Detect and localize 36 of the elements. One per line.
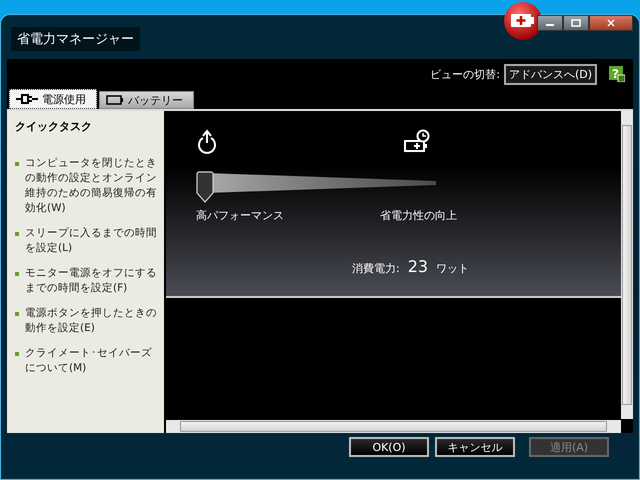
battery-icon: [106, 95, 124, 105]
slider-thumb[interactable]: [196, 171, 214, 203]
plug-icon: [16, 94, 38, 104]
window-title: 省電力マネージャー: [11, 27, 140, 51]
task-link[interactable]: スリープに入るまでの時間を設定(L): [25, 226, 158, 256]
panel-heading: クイックタスク: [15, 119, 93, 134]
minimize-button[interactable]: [537, 15, 563, 31]
consumption-label: 消費電力:: [352, 261, 400, 276]
slider-label: 高パフォーマンス: [196, 208, 284, 223]
vertical-scrollbar[interactable]: [621, 111, 633, 419]
bullet-icon: [15, 272, 19, 276]
task-link[interactable]: モニター電源をオフにするまでの時間を設定(F): [25, 266, 158, 296]
bullet-icon: [15, 232, 19, 236]
power-icon: [196, 129, 218, 155]
bullet-icon: [15, 312, 19, 316]
consumption-unit: ワット: [436, 261, 470, 276]
bullet-icon: [15, 162, 19, 166]
dialog-button[interactable]: キャンセル: [435, 437, 515, 457]
task-link[interactable]: 電源ボタンを押したときの動作を設定(E): [25, 306, 158, 336]
battery-clock-icon: [404, 129, 430, 153]
task-link[interactable]: クライメート･セイバーズについて(M): [25, 346, 158, 376]
bullet-icon: [15, 352, 19, 356]
battery-icon: [503, 1, 543, 41]
tab[interactable]: 電源使用: [9, 89, 97, 109]
dialog-button[interactable]: OK(O): [349, 437, 429, 457]
close-button[interactable]: [589, 15, 633, 31]
consumption-value: 23: [408, 257, 428, 276]
slider-label: 省電力性の向上: [380, 208, 457, 223]
tab[interactable]: バッテリー: [99, 91, 194, 109]
view-switch-label: ビューの切替:: [430, 66, 500, 82]
close-icon: [606, 19, 616, 27]
maximize-icon: [571, 19, 581, 27]
maximize-button[interactable]: [563, 15, 589, 31]
task-link[interactable]: コンピュータを閉じたときの動作の設定とオンライン維持のための簡易復帰の有効化(W): [25, 156, 158, 216]
horizontal-scrollbar[interactable]: [166, 420, 621, 433]
advanced-button[interactable]: アドバンスへ(D): [504, 64, 597, 84]
